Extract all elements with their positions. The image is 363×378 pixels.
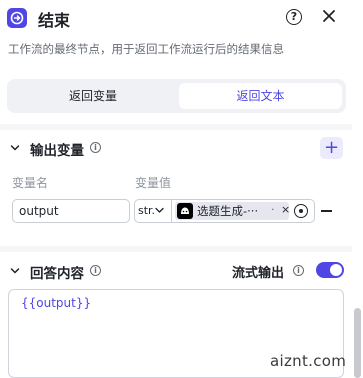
streaming-output-toggle[interactable] <box>316 262 344 278</box>
chevron-down-icon[interactable] <box>155 207 164 214</box>
panel-header: 结束 ? <box>0 0 352 36</box>
end-node-icon <box>7 8 27 28</box>
chevron-down-icon[interactable] <box>10 266 20 276</box>
section-divider <box>0 246 352 252</box>
toggle-knob <box>330 264 342 276</box>
answer-section-title: 回答内容 <box>30 266 84 282</box>
reference-source-label: 选题生成-··· <box>197 204 259 218</box>
add-variable-button[interactable]: + <box>320 137 343 159</box>
info-icon[interactable]: i <box>90 142 101 153</box>
minus-icon[interactable] <box>321 210 332 212</box>
node-description: 工作流的最终节点，用于返回工作流运行后的结果信息 <box>8 42 284 56</box>
variable-type-select[interactable]: str. <box>134 199 171 223</box>
return-mode-tabs: 返回变量 返回文本 <box>7 79 346 113</box>
end-node-panel: 结束 ? 工作流的最终节点，用于返回工作流运行后的结果信息 返回变量 返回文本 … <box>0 0 352 378</box>
node-title[interactable]: 结束 <box>38 7 70 31</box>
scrollbar-thumb[interactable] <box>354 308 361 378</box>
reference-separator: · <box>271 203 275 216</box>
output-section-title: 输出变量 <box>30 143 84 159</box>
robot-avatar-icon <box>177 203 193 219</box>
column-label-name: 变量名 <box>12 176 49 190</box>
tab-return-variables[interactable]: 返回变量 <box>11 83 175 109</box>
variable-name-input[interactable]: output <box>12 199 130 223</box>
section-divider <box>0 124 352 130</box>
chevron-down-icon[interactable] <box>10 143 20 153</box>
variable-reference-tag[interactable]: 选题生成-··· · × <box>175 202 290 220</box>
target-icon[interactable] <box>294 204 308 218</box>
answer-content-text: {{output}} <box>21 296 92 310</box>
variable-value-field[interactable]: 选题生成-··· · × <box>171 199 315 223</box>
tab-return-text[interactable]: 返回文本 <box>179 83 342 109</box>
info-icon[interactable]: i <box>90 265 101 276</box>
watermark-text: aiznt.com <box>270 352 347 370</box>
help-icon[interactable]: ? <box>286 9 302 25</box>
close-icon[interactable] <box>321 8 337 24</box>
remove-reference-icon[interactable]: × <box>281 202 290 218</box>
info-icon[interactable]: i <box>293 265 304 276</box>
column-label-value: 变量值 <box>135 176 172 190</box>
streaming-output-label: 流式输出 <box>232 266 285 281</box>
